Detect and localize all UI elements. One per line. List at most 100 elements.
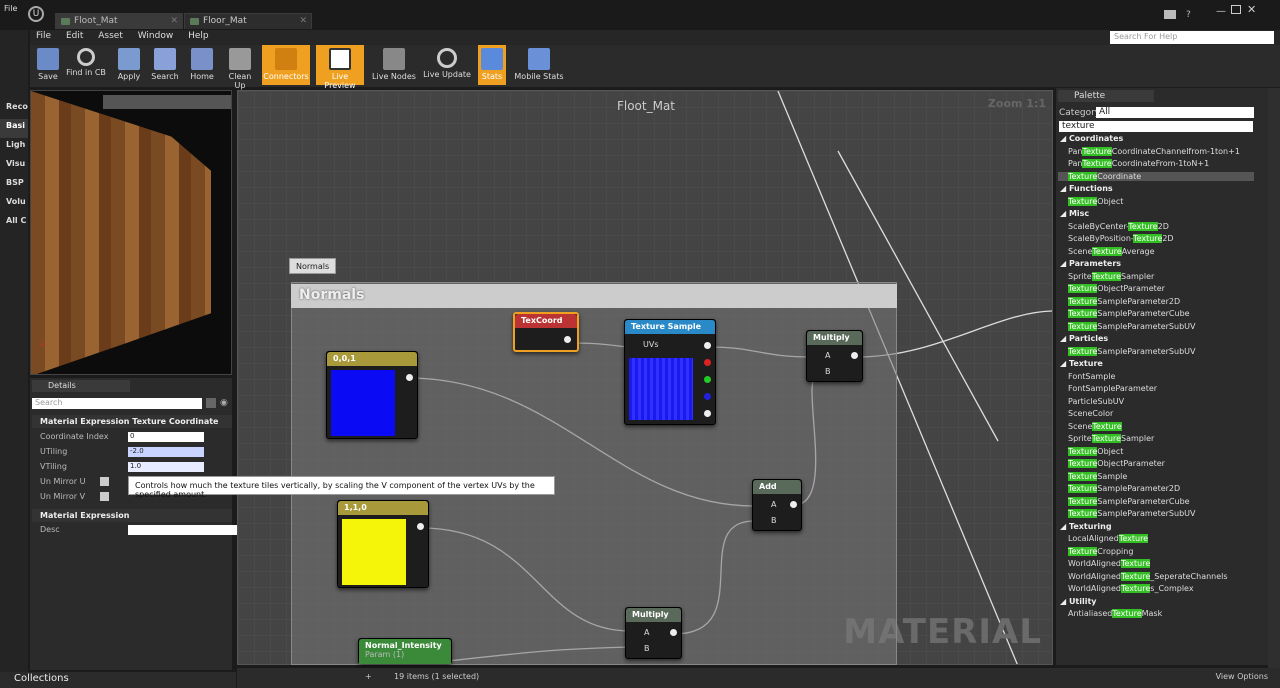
palette-item[interactable]: WorldAlignedTexture — [1068, 559, 1151, 568]
palette-item[interactable]: SpriteTextureSampler — [1068, 434, 1154, 443]
palette-category[interactable]: ◢ Parameters — [1060, 259, 1121, 268]
plus-icon[interactable]: + — [365, 672, 372, 681]
palette-item[interactable]: TextureSampleParameter2D — [1068, 484, 1180, 493]
mode-lights[interactable]: Ligh — [0, 138, 28, 157]
unmirror-u-checkbox[interactable] — [100, 477, 109, 486]
menu-help[interactable]: Help — [182, 30, 215, 42]
mode-all-classes[interactable]: All C — [0, 214, 28, 233]
output-pin[interactable] — [790, 501, 797, 508]
palette-item[interactable]: WorldAlignedTextures_Complex — [1068, 584, 1194, 593]
output-pin[interactable] — [406, 374, 413, 381]
palette-category[interactable]: ◢ Texture — [1060, 359, 1103, 368]
node-texture-sample[interactable]: Texture Sample UVs — [624, 319, 716, 425]
live-preview-button[interactable]: Live Preview — [316, 45, 364, 90]
unmirror-v-checkbox[interactable] — [100, 492, 109, 501]
help-search-input[interactable]: Search For Help — [1110, 31, 1274, 44]
desc-field[interactable] — [128, 525, 240, 535]
category-select[interactable]: All — [1096, 107, 1254, 118]
palette-item[interactable]: TextureSample — [1068, 471, 1127, 481]
close-window-icon[interactable]: ✕ — [1247, 3, 1256, 16]
palette-item[interactable]: TextureObject — [1068, 196, 1123, 206]
node-add[interactable]: Add A B — [752, 479, 802, 531]
palette-item[interactable]: TextureSampleParameterCube — [1068, 309, 1190, 318]
palette-scrollbar[interactable] — [1268, 88, 1280, 688]
palette-item[interactable]: AntialiasedTextureMask — [1068, 609, 1162, 618]
palette-item[interactable]: FontSampleParameter — [1068, 384, 1157, 393]
live-nodes-button[interactable]: Live Nodes — [370, 45, 418, 85]
details-tab[interactable]: Details — [32, 380, 130, 392]
home-button[interactable]: Home — [186, 45, 218, 85]
search-button[interactable]: Search — [148, 45, 182, 85]
palette-item[interactable]: ScaleByCenter-Texture2D — [1068, 221, 1169, 231]
mode-recent[interactable]: Reco — [0, 100, 28, 119]
menu-file[interactable]: File — [30, 30, 57, 42]
menu-window[interactable]: Window — [132, 30, 180, 42]
collections-bar[interactable]: Collections — [0, 672, 236, 688]
palette-item[interactable]: LocalAlignedTexture — [1068, 534, 1149, 543]
output-pin[interactable] — [417, 523, 424, 530]
minimize-icon[interactable]: — — [1216, 6, 1226, 17]
preview-viewport[interactable]: ⊥ — [30, 90, 232, 375]
palette-category[interactable]: ◢ Misc — [1060, 209, 1089, 218]
utiling-field[interactable]: -2.0 — [128, 447, 204, 457]
palette-item[interactable]: TextureObject — [1068, 446, 1123, 456]
palette-search-input[interactable]: texture — [1059, 121, 1253, 132]
menu-edit[interactable]: Edit — [60, 30, 89, 42]
palette-item[interactable]: SceneTextureAverage — [1068, 246, 1155, 256]
palette-item[interactable]: FontSample — [1068, 372, 1115, 381]
output-pin-g[interactable] — [704, 376, 711, 383]
mode-basic[interactable]: Basi — [0, 119, 28, 138]
node-constant-001[interactable]: 0,0,1 — [326, 351, 418, 439]
output-pin[interactable] — [851, 352, 858, 359]
menu-asset[interactable]: Asset — [92, 30, 129, 42]
node-normal-intensity[interactable]: Normal_Intensity Param (1) — [358, 638, 452, 664]
palette-item[interactable]: TextureObjectParameter — [1068, 459, 1165, 468]
mode-visual[interactable]: Visu — [0, 157, 28, 176]
list-view-icon[interactable] — [206, 398, 216, 408]
palette-item[interactable]: WorldAlignedTexture_SeperateChannels — [1068, 571, 1228, 581]
palette-item[interactable]: SceneTexture — [1068, 421, 1122, 431]
node-multiply-1[interactable]: Multiply A B — [806, 330, 863, 382]
save-button[interactable]: Save — [32, 45, 64, 85]
palette-item[interactable]: ScaleByPosition-Texture2D — [1068, 234, 1174, 243]
feedback-icon[interactable] — [1164, 10, 1176, 19]
palette-item[interactable]: TextureObjectParameter — [1068, 284, 1165, 293]
file-menu-corner[interactable]: File — [4, 4, 17, 13]
maximize-icon[interactable] — [1231, 5, 1241, 14]
palette-tab[interactable]: Palette — [1058, 90, 1154, 102]
output-pin-r[interactable] — [704, 359, 711, 366]
palette-category[interactable]: ◢ Texturing — [1060, 522, 1112, 531]
palette-item[interactable]: TextureSampleParameterSubUV — [1068, 509, 1195, 518]
output-pin-b[interactable] — [704, 393, 711, 400]
node-constant-110[interactable]: 1,1,0 — [337, 500, 429, 588]
palette-item[interactable]: ParticleSubUV — [1068, 397, 1124, 406]
tab-floot-mat[interactable]: Floot_Mat ✕ — [55, 13, 183, 29]
section-texture-coordinate[interactable]: Material Expression Texture Coordinate — [32, 415, 232, 428]
close-icon[interactable]: ✕ — [170, 16, 178, 26]
help-icon[interactable]: ? — [1186, 10, 1191, 20]
coordinate-index-field[interactable]: 0 — [128, 432, 204, 442]
palette-item[interactable]: TextureSampleParameterSubUV — [1068, 346, 1195, 356]
close-icon[interactable]: ✕ — [299, 16, 307, 26]
palette-item[interactable]: TextureSampleParameterCube — [1068, 496, 1190, 506]
palette-item[interactable]: TextureSampleParameterSubUV — [1068, 321, 1195, 331]
connectors-button[interactable]: Connectors — [262, 45, 310, 85]
clean-up-button[interactable]: Clean Up — [222, 45, 258, 90]
mode-volumes[interactable]: Volu — [0, 195, 28, 214]
palette-item[interactable]: TextureCropping — [1068, 546, 1133, 556]
stats-button[interactable]: Stats — [478, 45, 506, 85]
output-pin[interactable] — [670, 629, 677, 636]
tab-floor-mat[interactable]: Floor_Mat ✕ — [184, 13, 312, 29]
comment-tag[interactable]: Normals — [289, 258, 337, 274]
eye-icon[interactable]: ◉ — [220, 398, 230, 408]
node-texcoord[interactable]: TexCoord — [513, 312, 579, 352]
output-pin[interactable] — [564, 336, 571, 343]
node-multiply-2[interactable]: Multiply A B — [625, 607, 682, 659]
palette-item[interactable]: PanTextureCoordinateFrom-1toN+1 — [1068, 159, 1209, 168]
palette-category[interactable]: ◢ Functions — [1060, 184, 1113, 193]
details-search-input[interactable]: Search — [32, 398, 202, 409]
live-update-button[interactable]: Live Update — [422, 45, 472, 85]
vtiling-field[interactable]: 1.0 — [128, 462, 204, 472]
output-pin[interactable] — [704, 342, 711, 349]
output-pin-a[interactable] — [704, 410, 711, 417]
